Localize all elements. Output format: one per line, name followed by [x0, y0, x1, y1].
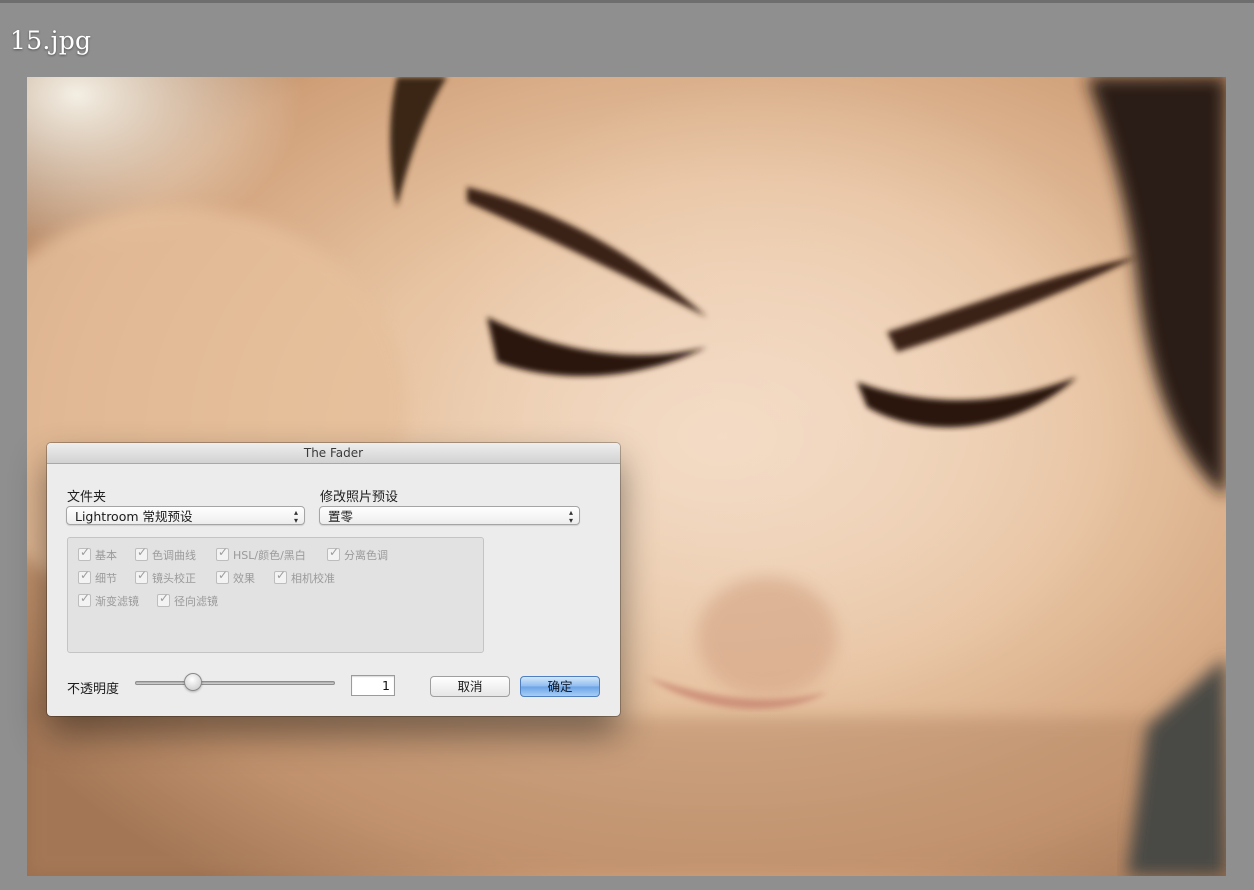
cancel-button[interactable]: 取消: [430, 676, 510, 697]
checkbox-hsl[interactable]: HSL/颜色/黑白: [216, 545, 306, 562]
dialog-title[interactable]: The Fader: [47, 443, 620, 464]
preset-popup[interactable]: 置零 ▴ ▾: [319, 506, 580, 525]
folder-popup[interactable]: Lightroom 常规预设 ▴ ▾: [66, 506, 305, 525]
checkbox-label: 径向滤镜: [174, 595, 218, 608]
checkbox-tone-curve[interactable]: 色调曲线: [135, 545, 196, 562]
checkmark-icon: [216, 568, 229, 584]
checkbox-detail[interactable]: 细节: [78, 568, 117, 585]
checkbox-camera-calibration[interactable]: 相机校准: [274, 568, 335, 585]
checkbox-radial-filter[interactable]: 径向滤镜: [157, 591, 218, 608]
preset-label: 修改照片预设: [320, 490, 399, 505]
checkbox-label: 相机校准: [291, 572, 335, 585]
checkmark-icon: [157, 591, 170, 607]
checkmark-icon: [78, 545, 91, 561]
checkmark-icon: [78, 568, 91, 584]
folder-popup-value: Lightroom 常规预设: [75, 509, 193, 524]
checkmark-icon: [327, 545, 340, 561]
checkbox-label: HSL/颜色/黑白: [233, 549, 306, 562]
popup-arrows-icon: ▴ ▾: [293, 508, 298, 525]
file-name-overlay: 15.jpg: [10, 26, 92, 55]
checkbox-basic[interactable]: 基本: [78, 545, 117, 562]
checkbox-lens-correction[interactable]: 镜头校正: [135, 568, 196, 585]
checkbox-graduated-filter[interactable]: 渐变滤镜: [78, 591, 139, 608]
top-divider: [0, 0, 1254, 3]
checkmark-icon: [135, 568, 148, 584]
checkbox-label: 分离色调: [344, 549, 388, 562]
popup-arrows-icon: ▴ ▾: [568, 508, 573, 525]
checkbox-label: 效果: [233, 572, 255, 585]
settings-checkbox-group: 基本 色调曲线 HSL/颜色/黑白 分离色调 细节 镜头校正 效果 相机校准 渐…: [67, 537, 484, 653]
opacity-value-field[interactable]: 1: [351, 675, 395, 696]
lightroom-loupe-view: 15.jpg The Fader 文件夹 Lightroom 常规预设 ▴ ▾ …: [0, 0, 1254, 890]
checkbox-label: 镜头校正: [152, 572, 196, 585]
checkbox-split-toning[interactable]: 分离色调: [327, 545, 388, 562]
checkmark-icon: [78, 591, 91, 607]
opacity-slider-track[interactable]: [135, 681, 335, 685]
opacity-slider-knob[interactable]: [184, 673, 203, 691]
checkbox-effects[interactable]: 效果: [216, 568, 255, 585]
checkbox-label: 基本: [95, 549, 117, 562]
the-fader-dialog: The Fader 文件夹 Lightroom 常规预设 ▴ ▾ 修改照片预设 置…: [47, 443, 620, 716]
checkbox-label: 细节: [95, 572, 117, 585]
checkmark-icon: [274, 568, 287, 584]
checkmark-icon: [216, 545, 229, 561]
folder-label: 文件夹: [67, 490, 107, 505]
checkbox-label: 渐变滤镜: [95, 595, 139, 608]
ok-button[interactable]: 确定: [520, 676, 600, 697]
opacity-label: 不透明度: [67, 682, 120, 697]
preset-popup-value: 置零: [328, 509, 354, 524]
checkbox-label: 色调曲线: [152, 549, 196, 562]
checkmark-icon: [135, 545, 148, 561]
